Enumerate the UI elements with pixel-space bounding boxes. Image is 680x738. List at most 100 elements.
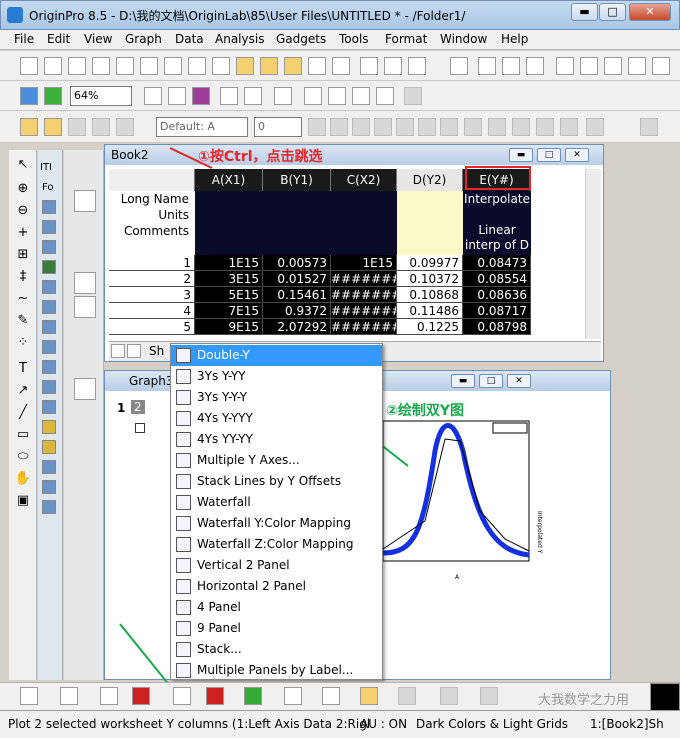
- pe-item-10-icon[interactable]: [42, 380, 56, 394]
- axis-2-icon[interactable]: [580, 57, 598, 75]
- cell-a[interactable]: 9E15: [195, 319, 263, 335]
- pe-item-6-icon[interactable]: [42, 300, 56, 314]
- layer-2-tab[interactable]: 2: [131, 400, 145, 414]
- zoom-combo[interactable]: 64%: [70, 86, 132, 106]
- zoom-in-icon[interactable]: ⊕: [13, 180, 33, 198]
- cell-d[interactable]: 0.09977: [397, 255, 463, 271]
- cell-c[interactable]: 1E15: [331, 255, 397, 271]
- smart-hint-icon[interactable]: [376, 87, 394, 105]
- pe-item-11-icon[interactable]: [42, 400, 56, 414]
- command-window-icon[interactable]: [328, 87, 346, 105]
- scatter-tool-icon[interactable]: ⁘: [13, 334, 33, 352]
- col-header-c[interactable]: C(X2): [331, 169, 397, 191]
- dropdown-item[interactable]: Stack...: [171, 639, 382, 660]
- dropdown-item[interactable]: 4Ys Y-YYY: [171, 408, 382, 429]
- cell-c[interactable]: ########: [331, 271, 397, 287]
- axis-5-icon[interactable]: [652, 57, 670, 75]
- special-plot-icon[interactable]: [284, 687, 302, 705]
- pe-item-1-icon[interactable]: [42, 200, 56, 214]
- stock-plot-icon[interactable]: [322, 687, 340, 705]
- decrease-font-icon[interactable]: [488, 118, 506, 136]
- new-matrix-icon[interactable]: [116, 57, 134, 75]
- font-color-icon[interactable]: [586, 118, 604, 136]
- label-area-e[interactable]: Interpolate Linear interp of D: [463, 191, 531, 255]
- multi-layer-icon[interactable]: [173, 687, 191, 705]
- menu-format[interactable]: Format: [385, 32, 427, 46]
- menu-window[interactable]: Window: [440, 32, 487, 46]
- dropdown-item[interactable]: 3Ys Y-YY: [171, 366, 382, 387]
- pointer-icon[interactable]: ↖: [13, 156, 33, 174]
- vertical-scrollbar[interactable]: [585, 169, 601, 339]
- cell-e[interactable]: 0.08473: [463, 255, 531, 271]
- copy-format-icon[interactable]: [44, 118, 62, 136]
- line-symbol-icon[interactable]: [100, 687, 118, 705]
- bring-front-icon[interactable]: [92, 118, 110, 136]
- book2-header[interactable]: Book2 ▬ □ ✕: [105, 145, 603, 165]
- axis-3-icon[interactable]: [604, 57, 622, 75]
- menu-view[interactable]: View: [84, 32, 112, 46]
- paste-format-icon[interactable]: [68, 118, 86, 136]
- dropdown-item[interactable]: 4 Panel: [171, 597, 382, 618]
- save-project-icon[interactable]: [308, 57, 326, 75]
- font-size-combo[interactable]: 0: [254, 117, 302, 137]
- open-icon[interactable]: [236, 57, 254, 75]
- superscript-icon[interactable]: [374, 118, 392, 136]
- row-number[interactable]: 4: [109, 303, 195, 319]
- draw-data-icon[interactable]: ✎: [13, 312, 33, 330]
- cell-a[interactable]: 5E15: [195, 287, 263, 303]
- layer-object-icon[interactable]: [74, 272, 96, 294]
- pe-item-3-icon[interactable]: [42, 240, 56, 254]
- cell-a[interactable]: 3E15: [195, 271, 263, 287]
- book2-minimize-button[interactable]: ▬: [509, 148, 533, 162]
- pe-item-7-icon[interactable]: [42, 320, 56, 334]
- import-single-ascii-icon[interactable]: [384, 57, 402, 75]
- graph3-maximize-button[interactable]: □: [479, 374, 503, 388]
- color-icon[interactable]: [192, 87, 210, 105]
- cell-d[interactable]: 0.11486: [397, 303, 463, 319]
- menu-help[interactable]: Help: [501, 32, 528, 46]
- row-number[interactable]: 1: [109, 255, 195, 271]
- center-icon[interactable]: [536, 118, 554, 136]
- col-header-e[interactable]: E(Y#): [463, 169, 531, 191]
- pe-item-16-icon[interactable]: [42, 500, 56, 514]
- graph-object-icon[interactable]: [74, 190, 96, 212]
- close-button[interactable]: ✕: [629, 3, 671, 21]
- cell-d[interactable]: 0.10372: [397, 271, 463, 287]
- book2-close-button[interactable]: ✕: [565, 148, 589, 162]
- dropdown-item[interactable]: Waterfall: [171, 492, 382, 513]
- open-sample-icon[interactable]: [284, 57, 302, 75]
- col-header-d[interactable]: D(Y2): [397, 169, 463, 191]
- row-number[interactable]: 5: [109, 319, 195, 335]
- cell-e[interactable]: 0.08636: [463, 287, 531, 303]
- surface-plot-icon[interactable]: [480, 687, 498, 705]
- fill-color-icon[interactable]: [640, 118, 658, 136]
- sheet-tab[interactable]: Sh: [149, 344, 164, 358]
- line-plot-icon[interactable]: [20, 687, 38, 705]
- print-icon[interactable]: [144, 87, 162, 105]
- cell-a[interactable]: 1E15: [195, 255, 263, 271]
- data-reader-tool-icon[interactable]: ⊞: [13, 246, 33, 264]
- sheet-prev-icon[interactable]: [127, 344, 141, 358]
- increase-font-icon[interactable]: [464, 118, 482, 136]
- print-preview-icon[interactable]: [168, 87, 186, 105]
- menu-analysis[interactable]: Analysis: [215, 32, 264, 46]
- col-header-a[interactable]: A(X1): [195, 169, 263, 191]
- open-template-icon[interactable]: [212, 57, 230, 75]
- mask-points-icon[interactable]: ~: [13, 290, 33, 308]
- layout-3-icon[interactable]: [526, 57, 544, 75]
- refresh-icon[interactable]: [20, 87, 38, 105]
- cell-b[interactable]: 0.00573: [263, 255, 331, 271]
- layout-2-icon[interactable]: [502, 57, 520, 75]
- edit-icon[interactable]: [20, 118, 38, 136]
- pe-item-13-icon[interactable]: [42, 440, 56, 454]
- col-header-b[interactable]: B(Y1): [263, 169, 331, 191]
- axis-4-icon[interactable]: [628, 57, 646, 75]
- open-excel-icon[interactable]: [260, 57, 278, 75]
- right-justify-icon[interactable]: [560, 118, 578, 136]
- send-back-icon[interactable]: [116, 118, 134, 136]
- cell-e[interactable]: 0.08554: [463, 271, 531, 287]
- 3d-plot-icon[interactable]: [398, 687, 416, 705]
- pe-item-8-icon[interactable]: [42, 340, 56, 354]
- column-plot-icon[interactable]: [132, 687, 150, 705]
- cell-b[interactable]: 0.01527: [263, 271, 331, 287]
